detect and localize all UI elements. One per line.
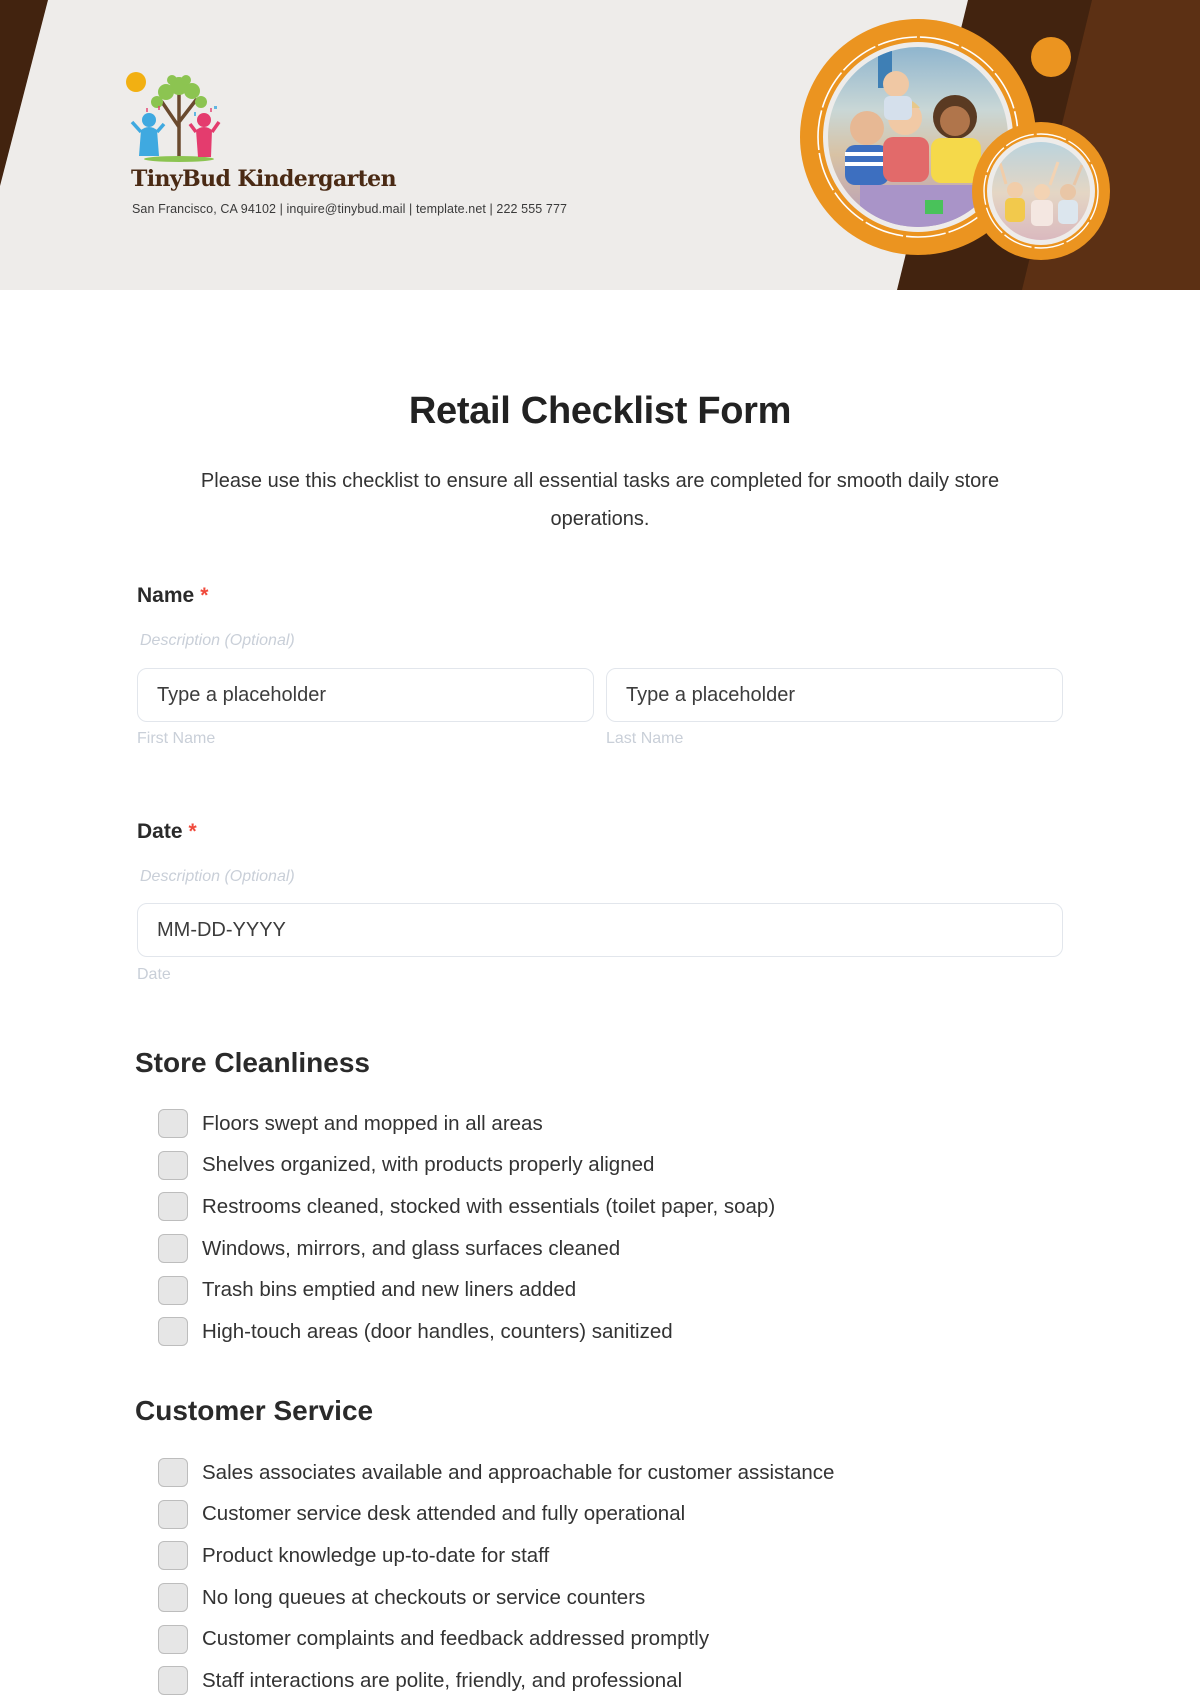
checklist-item-label: Customer service desk attended and fully… (202, 1502, 686, 1526)
checklist-item-label: No long queues at checkouts or service c… (202, 1585, 646, 1609)
checklist-item-label: Floors swept and mopped in all areas (202, 1111, 543, 1135)
date-placeholder: MM-DD-YYYY (157, 918, 286, 941)
checklist-item-label: Sales associates available and approacha… (202, 1460, 835, 1484)
checkbox[interactable] (158, 1192, 188, 1222)
photo-circle-small (972, 122, 1110, 260)
checklist-item-label: Product knowledge up-to-date for staff (202, 1543, 550, 1567)
section-title-customer-service: Customer Service (135, 1395, 374, 1426)
form-title: Retail Checklist Form (408, 390, 792, 432)
first-name-sublabel: First Name (137, 730, 216, 747)
last-name-sublabel: Last Name (606, 730, 684, 747)
checklist-item[interactable]: High-touch areas (door handles, counters… (158, 1311, 775, 1353)
checklist-item[interactable]: Floors swept and mopped in all areas (158, 1103, 775, 1145)
checkbox[interactable] (158, 1317, 188, 1347)
first-name-input[interactable]: Type a placeholder (137, 668, 594, 722)
name-field-label: Name * (137, 584, 208, 608)
name-description: Description (Optional) (140, 632, 295, 649)
name-label-text: Name (137, 584, 195, 607)
checklist-item-label: Staff interactions are polite, friendly,… (202, 1668, 683, 1692)
last-name-placeholder: Type a placeholder (626, 683, 796, 706)
checkbox[interactable] (158, 1458, 188, 1488)
checkbox[interactable] (158, 1624, 188, 1654)
checklist-item-label: Customer complaints and feedback address… (202, 1627, 710, 1651)
required-marker: * (188, 820, 197, 843)
checkbox[interactable] (158, 1109, 188, 1139)
date-description: Description (Optional) (140, 868, 295, 885)
checklist-item[interactable]: Sales associates available and approacha… (158, 1452, 834, 1494)
brand-name: TinyBud Kindergarten (131, 166, 397, 192)
checkbox[interactable] (158, 1234, 188, 1264)
checklist-item-label: High-touch areas (door handles, counters… (202, 1319, 673, 1343)
checklist-item-label: Trash bins emptied and new liners added (202, 1278, 577, 1302)
checklist-item[interactable]: Customer service desk attended and fully… (158, 1494, 834, 1536)
checklist-item[interactable]: Restrooms cleaned, stocked with essentia… (158, 1186, 775, 1228)
form-intro: Please use this checklist to ensure all … (200, 470, 1000, 530)
checkbox[interactable] (158, 1583, 188, 1613)
checklist-item[interactable]: No long queues at checkouts or service c… (158, 1577, 834, 1619)
checkbox[interactable] (158, 1541, 188, 1571)
date-field-label: Date * (137, 820, 197, 844)
checkbox[interactable] (158, 1666, 188, 1696)
date-input[interactable]: MM-DD-YYYY (137, 903, 1063, 957)
checklist-item-label: Restrooms cleaned, stocked with essentia… (202, 1194, 776, 1218)
checklist-item[interactable]: Windows, mirrors, and glass surfaces cle… (158, 1228, 775, 1270)
contact-info: San Francisco, CA 94102 | inquire@tinybu… (132, 202, 568, 216)
checklist-item[interactable]: Trash bins emptied and new liners added (158, 1269, 775, 1311)
checkbox[interactable] (158, 1499, 188, 1529)
date-sublabel: Date (137, 966, 171, 983)
date-label-text: Date (137, 820, 183, 843)
checklist-item[interactable]: Product knowledge up-to-date for staff (158, 1535, 834, 1577)
first-name-placeholder: Type a placeholder (157, 683, 327, 706)
checklist-item-label: Windows, mirrors, and glass surfaces cle… (202, 1236, 621, 1260)
checklist-store-cleanliness: Floors swept and mopped in all areas She… (158, 1103, 775, 1353)
kindergarten-logo-icon (126, 72, 221, 162)
last-name-input[interactable]: Type a placeholder (606, 668, 1063, 722)
checklist-item[interactable]: Customer complaints and feedback address… (158, 1618, 834, 1660)
section-title-store-cleanliness: Store Cleanliness (135, 1047, 370, 1078)
required-marker: * (200, 584, 209, 607)
checkbox[interactable] (158, 1275, 188, 1305)
orange-dot (1031, 37, 1071, 77)
checklist-item-label: Shelves organized, with products properl… (202, 1153, 655, 1177)
checkbox[interactable] (158, 1150, 188, 1180)
checklist-item[interactable]: Staff interactions are polite, friendly,… (158, 1660, 834, 1702)
checklist-customer-service: Sales associates available and approacha… (158, 1452, 834, 1702)
letterhead-banner: TinyBud Kindergarten San Francisco, CA 9… (0, 0, 1200, 290)
corner-wedge-left (0, 0, 48, 186)
checklist-item[interactable]: Shelves organized, with products properl… (158, 1145, 775, 1187)
